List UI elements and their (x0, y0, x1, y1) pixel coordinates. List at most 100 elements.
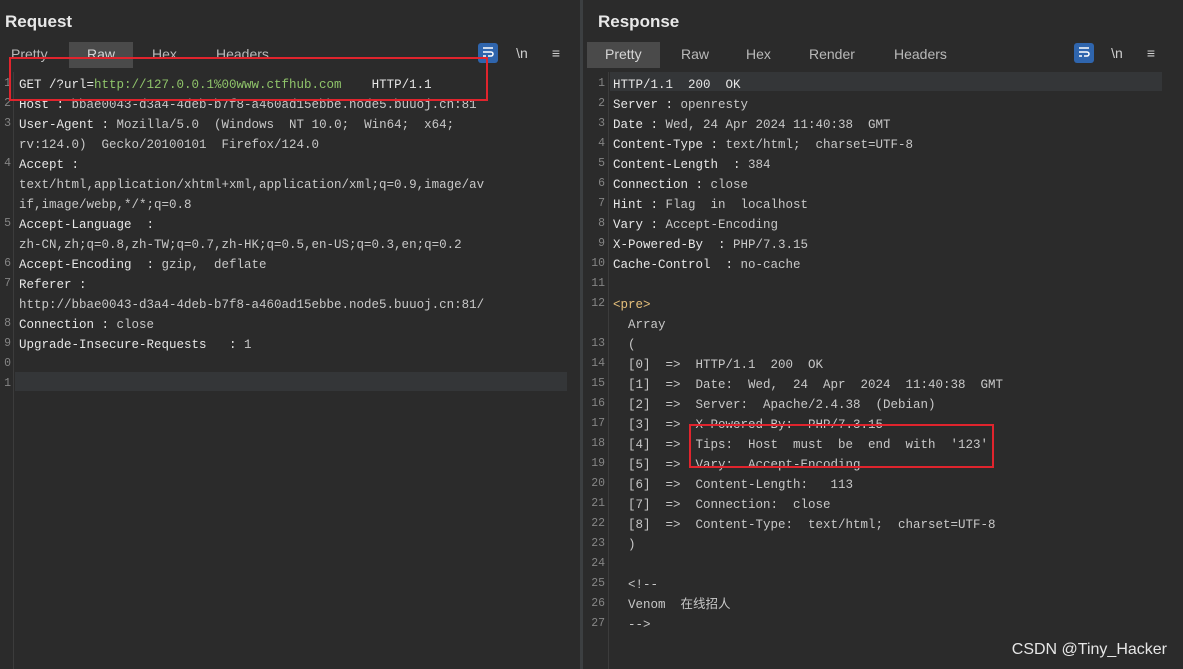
code-line: Array (613, 315, 1003, 335)
tab-render[interactable]: Render (809, 42, 855, 68)
code-line: Referer : (19, 275, 484, 295)
code-val: Venom 在线招人 (613, 598, 731, 612)
code-val: PHP/7.3.15 (733, 238, 809, 252)
code-key: Connection : (19, 318, 117, 332)
code-val: [0] => HTTP/1.1 200 OK (613, 358, 824, 372)
line-number: 4 (4, 157, 11, 170)
newline-toggle-icon[interactable]: \n (1107, 43, 1127, 63)
code-key: HTTP/1.1 200 OK (613, 78, 741, 92)
line-number: 0 (4, 357, 11, 370)
line-number: 8 (598, 217, 605, 230)
code-line: [7] => Connection: close (613, 495, 1003, 515)
code-val: Wed, 24 Apr 2024 11:40:38 GMT (665, 118, 891, 132)
code-val: Mozilla/5.0 (Windows NT 10.0; Win64; x64… (116, 118, 455, 132)
wrap-lines-icon (1079, 47, 1090, 57)
code-val: Accept-Encoding (665, 218, 779, 232)
line-number: 26 (591, 597, 605, 610)
code-line: if,image/webp,*/*;q=0.8 (19, 195, 484, 215)
response-code[interactable]: HTTP/1.1 200 OK Server : openresty Date : … (613, 75, 1003, 635)
line-number: 5 (598, 157, 605, 170)
code-line: Vary : Accept-Encoding (613, 215, 1003, 235)
line-number: 10 (591, 257, 605, 270)
line-number: 23 (591, 537, 605, 550)
line-number: 6 (4, 257, 11, 270)
line-number: 20 (591, 477, 605, 490)
code-val: [6] => Content-Length: 113 (613, 478, 854, 492)
menu-icon[interactable]: ≡ (1141, 43, 1161, 63)
line-number: 21 (591, 497, 605, 510)
line-number: 13 (591, 337, 605, 350)
code-line: Connection : close (19, 315, 484, 335)
code-line: <pre> (613, 295, 1003, 315)
response-editor[interactable]: 1 2 3 4 5 6 7 8 9 10 11 12 13 14 15 16 17 18 19 20 21 22 23 24 2… (583, 72, 1183, 669)
code-tag: <pre> (613, 298, 651, 312)
code-line: Accept : (19, 155, 484, 175)
code-val: [1] => Date: Wed, 24 Apr 2024 11:40:38 G… (613, 378, 1004, 392)
newline-toggle-icon[interactable]: \n (512, 43, 532, 63)
tab-raw[interactable]: Raw (681, 42, 709, 68)
code-line: Cache-Control : no-cache (613, 255, 1003, 275)
code-line: --> (613, 615, 1003, 635)
code-line: [1] => Date: Wed, 24 Apr 2024 11:40:38 G… (613, 375, 1003, 395)
code-val: close (710, 178, 749, 192)
code-val: --> (613, 618, 651, 632)
code-line: [2] => Server: Apache/2.4.38 (Debian) (613, 395, 1003, 415)
code-line: Date : Wed, 24 Apr 2024 11:40:38 GMT (613, 115, 1003, 135)
code-key: Accept : (19, 158, 80, 172)
code-line: Content-Type : text/html; charset=UTF-8 (613, 135, 1003, 155)
highlight-box-url (9, 57, 488, 101)
code-line: ( (613, 335, 1003, 355)
code-val: ( (613, 338, 636, 352)
request-code[interactable]: GET /?url=http://127.0.0.1%00www.ctfhub.… (19, 75, 484, 395)
line-number: 9 (4, 337, 11, 350)
code-val: close (116, 318, 155, 332)
code-line: X-Powered-By : PHP/7.3.15 (613, 235, 1003, 255)
line-number: 3 (598, 117, 605, 130)
line-number: 22 (591, 517, 605, 530)
highlight-box-tips (689, 424, 994, 468)
code-val: openresty (680, 98, 749, 112)
code-key: Accept-Language : (19, 218, 155, 232)
tab-headers[interactable]: Headers (894, 42, 947, 68)
line-number: 7 (598, 197, 605, 210)
line-number: 8 (4, 317, 11, 330)
line-number: 16 (591, 397, 605, 410)
response-panel: Response Pretty Raw Hex Render Headers \… (583, 0, 1183, 669)
code-line: HTTP/1.1 200 OK (613, 75, 1003, 95)
code-line: http://bbae0043-d3a4-4deb-b7f8-a460ad15e… (19, 295, 484, 315)
line-number: 17 (591, 417, 605, 430)
code-key: Vary : (613, 218, 666, 232)
code-val: [2] => Server: Apache/2.4.38 (Debian) (613, 398, 936, 412)
line-number: 18 (591, 437, 605, 450)
code-val: text/html,application/xhtml+xml,applicat… (19, 178, 485, 192)
request-editor[interactable]: 12345678901 GET /?url=http://127.0.0.1%0… (0, 72, 580, 669)
line-number: 1 (4, 377, 11, 390)
tab-pretty[interactable]: Pretty (587, 42, 660, 68)
word-wrap-icon[interactable] (1074, 43, 1094, 63)
line-number: 2 (598, 97, 605, 110)
code-line: Hint : Flag in localhost (613, 195, 1003, 215)
code-line: Content-Length : 384 (613, 155, 1003, 175)
code-line: User-Agent : Mozilla/5.0 (Windows NT 10.… (19, 115, 484, 135)
code-key: Content-Length : (613, 158, 749, 172)
line-number: 9 (598, 237, 605, 250)
code-key: Accept-Encoding : (19, 258, 162, 272)
code-key: Cache-Control : (613, 258, 741, 272)
request-title: Request (5, 12, 73, 31)
code-line: Upgrade-Insecure-Requests : 1 (19, 335, 484, 355)
code-key: Upgrade-Insecure-Requests : (19, 338, 245, 352)
code-val: ) (613, 538, 636, 552)
code-key: Referer : (19, 278, 87, 292)
code-key: X-Powered-By : (613, 238, 734, 252)
menu-icon[interactable]: ≡ (546, 43, 566, 63)
request-panel: Request Pretty Raw Hex Headers \n ≡ 1234… (0, 0, 580, 669)
line-number: 4 (598, 137, 605, 150)
code-val: [8] => Content-Type: text/html; charset=… (613, 518, 996, 532)
tab-hex[interactable]: Hex (746, 42, 771, 68)
code-line: <!-- (613, 575, 1003, 595)
code-val: <!-- (613, 578, 659, 592)
code-key: Server : (613, 98, 681, 112)
code-val: if,image/webp,*/*;q=0.8 (19, 198, 192, 212)
